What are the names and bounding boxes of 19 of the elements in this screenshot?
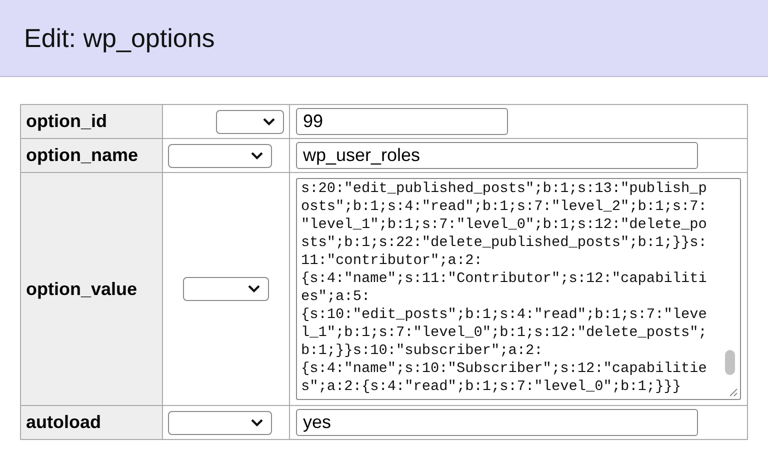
- field-label: autoload: [26, 412, 101, 432]
- value-input[interactable]: 99: [296, 108, 508, 135]
- field-label: option_name: [26, 145, 138, 165]
- chevron-down-icon: [251, 418, 264, 426]
- resize-grip-icon[interactable]: [729, 388, 738, 397]
- function-select[interactable]: [183, 277, 270, 301]
- function-select[interactable]: [168, 410, 272, 434]
- field-label: option_value: [26, 278, 138, 298]
- value-input[interactable]: wp_user_roles: [296, 142, 698, 169]
- chevron-down-icon: [263, 118, 275, 126]
- field-label: option_id: [26, 111, 107, 131]
- function-select[interactable]: [216, 110, 284, 134]
- value-textarea[interactable]: s:20:"edit_published_posts";b:1;s:13:"publish_p osts";b:1;s:4:"read";b:1;s:7:"level_2";b:1;s:7: "level_1";b:1;s:7:"level_0";b:1;s:12:"delete_po sts";b:1;s:22:"delete_published_posts";b:1;}}s: 11:"contributor";a:2: {s:4:"name";s:11:"Contributor";s:12:"capabiliti es";a:5: {s:10:"edit_posts";b:1;s:4:"read";b:1;s:7:"leve l_1";b:1;s:7:"level_0";b:1;s:12:"delete_posts"; b:1;}}s:10:"subscriber";a:2: {s:4:"name";s:10:"Subscriber";s:12:"capabilitie s";a:2:{s:4:"read";b:1;s:7:"level_0";b:1;}}}: [296, 178, 741, 400]
- chevron-down-icon: [251, 152, 264, 160]
- function-select[interactable]: [168, 144, 272, 168]
- chevron-down-icon: [248, 285, 260, 293]
- page-title: Edit: wp_options: [24, 22, 215, 54]
- value-input[interactable]: yes: [296, 409, 698, 436]
- scrollbar-thumb[interactable]: [725, 350, 735, 375]
